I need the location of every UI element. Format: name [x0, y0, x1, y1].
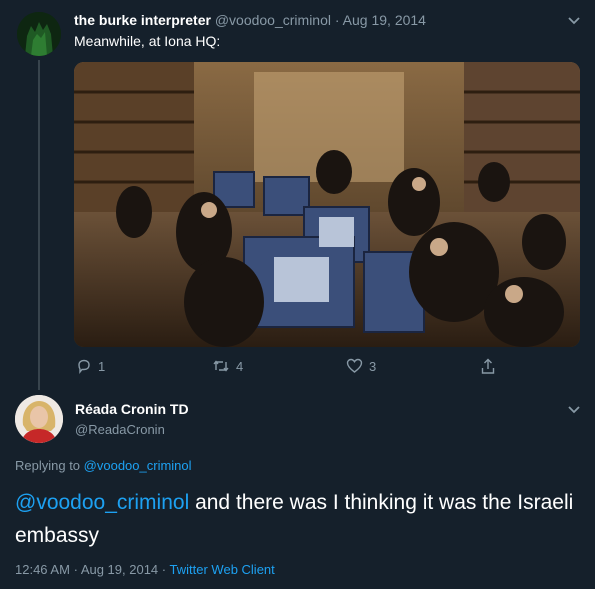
separator: · — [334, 12, 340, 28]
display-name[interactable]: the burke interpreter — [74, 12, 211, 28]
separator: · — [161, 562, 167, 577]
replying-to: Replying to @voodoo_criminol — [15, 458, 192, 473]
tweet-text: Meanwhile, at Iona HQ: — [74, 33, 221, 49]
handle[interactable]: @ReadaCronin — [75, 422, 165, 437]
share-action[interactable] — [480, 358, 496, 375]
tweet-photo[interactable] — [74, 62, 580, 347]
display-name[interactable]: Réada Cronin TD — [75, 401, 189, 417]
separator: · — [73, 562, 78, 577]
retweet-count: 4 — [236, 358, 244, 374]
client-link[interactable]: Twitter Web Client — [170, 562, 275, 577]
retweet-icon — [213, 360, 229, 372]
retweet-action[interactable]: 4 — [212, 358, 243, 374]
reply-date[interactable]: Aug 19, 2014 — [81, 562, 158, 577]
reply-count: 1 — [98, 358, 106, 374]
like-action[interactable]: 3 — [346, 358, 376, 374]
handle[interactable]: @voodoo_criminol — [215, 12, 331, 28]
chevron-down-icon[interactable] — [567, 405, 581, 415]
chevron-down-icon[interactable] — [567, 16, 581, 26]
reply-icon — [78, 359, 90, 374]
thread-line — [38, 60, 40, 390]
replying-prefix: Replying to — [15, 458, 81, 473]
share-icon — [481, 358, 495, 374]
photo-chimpanzees-at-computers — [74, 62, 580, 347]
original-tweet: the burke interpreter @voodoo_criminol ·… — [0, 0, 595, 390]
avatar[interactable] — [15, 395, 63, 443]
like-count: 3 — [369, 358, 377, 374]
avatar[interactable] — [17, 12, 61, 56]
heart-icon — [346, 358, 363, 373]
reply-time[interactable]: 12:46 AM — [15, 562, 70, 577]
mention-link[interactable]: @voodoo_criminol — [15, 491, 189, 514]
reply-text: @voodoo_criminol and there was I thinkin… — [15, 486, 580, 552]
tweet-date[interactable]: Aug 19, 2014 — [343, 12, 426, 28]
reply-action[interactable]: 1 — [76, 358, 105, 374]
tweet-header: the burke interpreter @voodoo_criminol ·… — [74, 12, 426, 28]
reply-tweet: Réada Cronin TD @ReadaCronin Replying to… — [0, 385, 595, 589]
tweet-actions: 1 4 3 — [74, 358, 514, 380]
reply-footer: 12:46 AM · Aug 19, 2014 · Twitter Web Cl… — [15, 562, 275, 577]
replying-to-link[interactable]: @voodoo_criminol — [84, 458, 192, 473]
